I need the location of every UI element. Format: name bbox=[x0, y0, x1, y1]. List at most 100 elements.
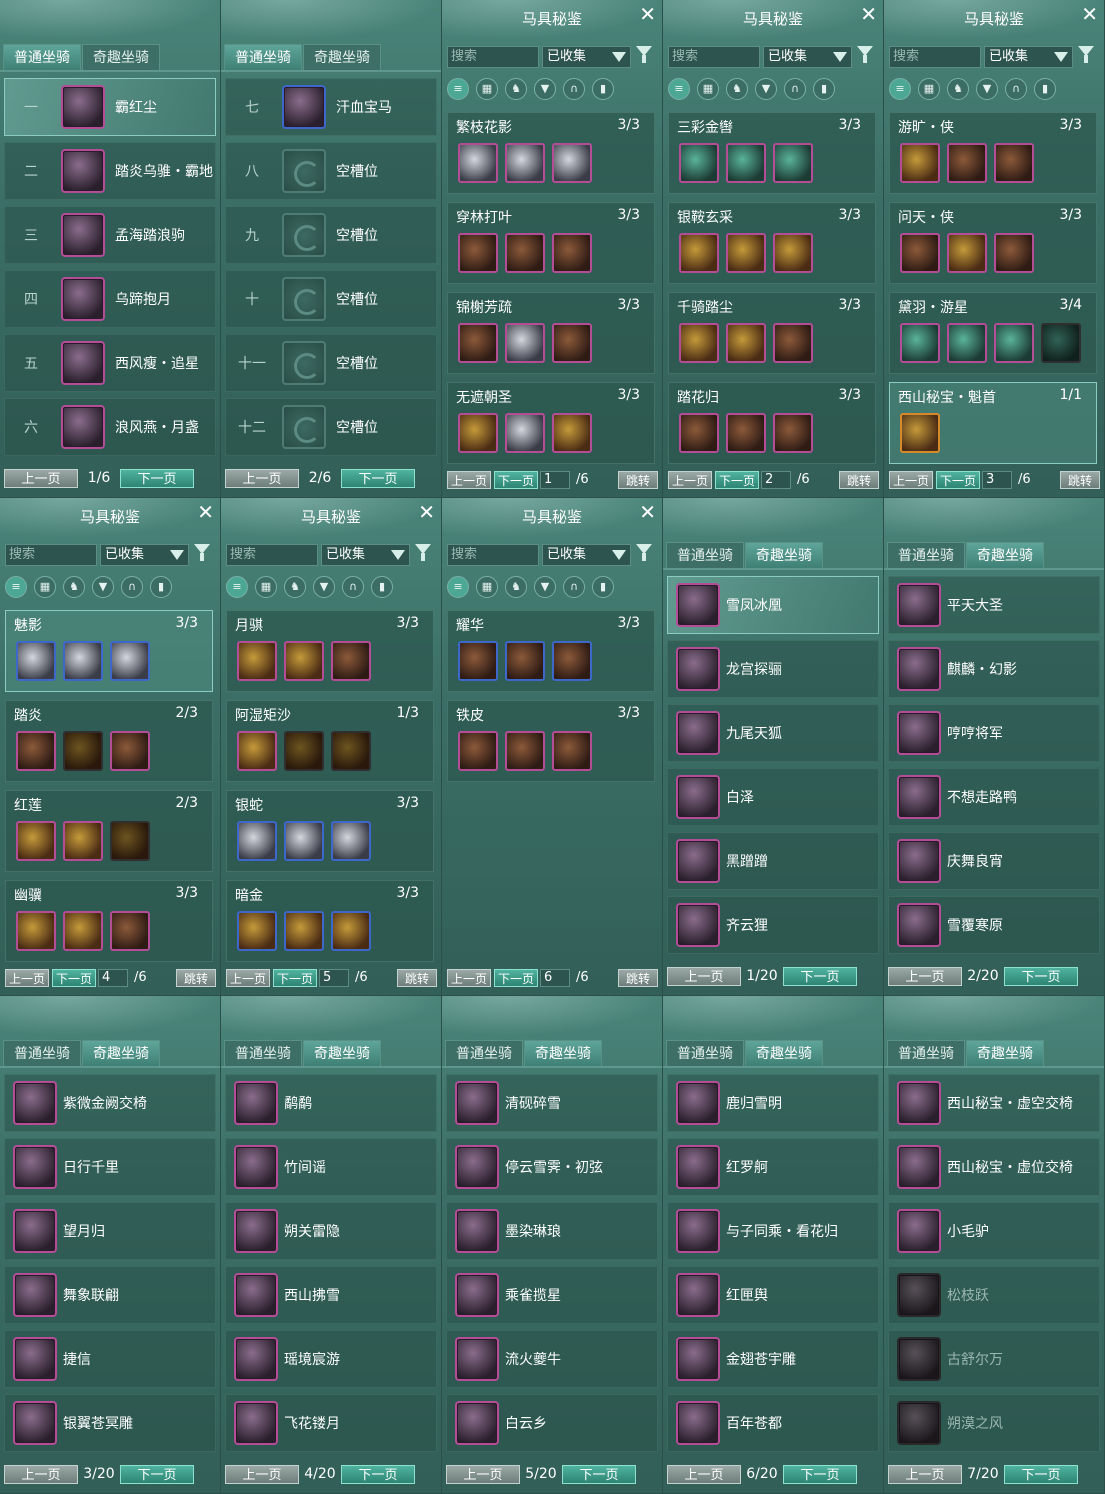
gear-item-icon[interactable] bbox=[505, 233, 545, 273]
gear-item-icon[interactable] bbox=[63, 731, 103, 771]
prev-page-button[interactable]: 上一页 bbox=[667, 1465, 741, 1484]
mount-row[interactable]: 与子同乘・看花归 bbox=[667, 1202, 879, 1260]
mount-row[interactable]: 十二 空槽位 bbox=[225, 398, 437, 456]
gear-item-icon[interactable] bbox=[458, 233, 498, 273]
tab-fun-mounts[interactable]: 奇趣坐骑 bbox=[966, 542, 1044, 569]
set-card[interactable]: 繁枝花影 3/3 bbox=[447, 112, 655, 194]
mount-row[interactable]: 九尾天狐 bbox=[667, 704, 879, 762]
gear-item-icon[interactable] bbox=[994, 233, 1034, 273]
mount-row[interactable]: 七 汗血宝马 bbox=[225, 78, 437, 136]
search-input[interactable]: 搜索 bbox=[668, 46, 760, 68]
gear-item-icon[interactable] bbox=[552, 731, 592, 771]
set-card[interactable]: 穿林打叶 3/3 bbox=[447, 202, 655, 284]
next-page-button[interactable]: 下一页 bbox=[783, 1465, 857, 1484]
gear-item-icon[interactable] bbox=[237, 641, 277, 681]
jump-button[interactable]: 跳转 bbox=[618, 969, 658, 987]
gear-item-icon[interactable] bbox=[458, 143, 498, 183]
mount-row[interactable]: 十 空槽位 bbox=[225, 270, 437, 328]
mount-row[interactable]: 飞花镂月 bbox=[225, 1394, 437, 1452]
mount-row[interactable]: 四 乌蹄抱月 bbox=[4, 270, 216, 328]
tab-fun-mounts[interactable]: 奇趣坐骑 bbox=[303, 1040, 381, 1067]
saddle-icon[interactable]: ▮ bbox=[592, 576, 614, 598]
gear-item-icon[interactable] bbox=[679, 323, 719, 363]
tab-normal-mounts[interactable]: 普通坐骑 bbox=[666, 1040, 744, 1067]
filter-icon[interactable] bbox=[636, 46, 652, 63]
jump-button[interactable]: 跳转 bbox=[839, 471, 879, 489]
mount-row[interactable]: 墨染琳琅 bbox=[446, 1202, 658, 1260]
gear-item-icon[interactable] bbox=[1041, 323, 1081, 363]
gear-item-icon[interactable] bbox=[63, 821, 103, 861]
prev-page-button[interactable]: 上一页 bbox=[667, 967, 741, 986]
filter-icon[interactable] bbox=[194, 544, 210, 561]
page-input[interactable]: 5 bbox=[319, 969, 349, 987]
page-input[interactable]: 6 bbox=[540, 969, 570, 987]
mount-row[interactable]: 十一 空槽位 bbox=[225, 334, 437, 392]
filter-icon[interactable] bbox=[415, 544, 431, 561]
set-card[interactable]: 西山秘宝・魁首 1/1 bbox=[889, 382, 1097, 464]
mount-row[interactable]: 二 踏炎乌骓・霸地 bbox=[4, 142, 216, 200]
close-icon[interactable]: ✕ bbox=[639, 3, 656, 25]
gear-item-icon[interactable] bbox=[900, 323, 940, 363]
mount-row[interactable]: 朔漠之风 bbox=[888, 1394, 1100, 1452]
grid-icon[interactable]: ▦ bbox=[255, 576, 277, 598]
set-card[interactable]: 千骑踏尘 3/3 bbox=[668, 292, 876, 374]
next-page-button[interactable]: 下一页 bbox=[120, 469, 194, 488]
gear-item-icon[interactable] bbox=[679, 413, 719, 453]
mount-row[interactable]: 白泽 bbox=[667, 768, 879, 826]
prev-page-button[interactable]: 上一页 bbox=[447, 471, 491, 489]
page-input[interactable]: 2 bbox=[761, 471, 791, 489]
grid-icon[interactable]: ▦ bbox=[697, 78, 719, 100]
saddle-icon[interactable]: ▮ bbox=[150, 576, 172, 598]
tab-normal-mounts[interactable]: 普通坐骑 bbox=[666, 542, 744, 569]
chest-gear-icon[interactable]: ▼ bbox=[755, 78, 777, 100]
gear-item-icon[interactable] bbox=[331, 911, 371, 951]
mount-row[interactable]: 竹间谣 bbox=[225, 1138, 437, 1196]
grid-icon[interactable]: ▦ bbox=[476, 78, 498, 100]
tab-normal-mounts[interactable]: 普通坐骑 bbox=[887, 1040, 965, 1067]
stirrup-icon[interactable]: ∩ bbox=[1005, 78, 1027, 100]
set-card[interactable]: 银蛇 3/3 bbox=[226, 790, 434, 872]
tab-fun-mounts[interactable]: 奇趣坐骑 bbox=[82, 44, 160, 71]
tab-fun-mounts[interactable]: 奇趣坐骑 bbox=[303, 44, 381, 71]
mount-row[interactable]: 雪覆寒原 bbox=[888, 896, 1100, 954]
head-gear-icon[interactable]: ♞ bbox=[505, 78, 527, 100]
gear-item-icon[interactable] bbox=[726, 233, 766, 273]
gear-item-icon[interactable] bbox=[110, 641, 150, 681]
gear-item-icon[interactable] bbox=[679, 143, 719, 183]
search-input[interactable]: 搜索 bbox=[5, 544, 97, 566]
stirrup-icon[interactable]: ∩ bbox=[121, 576, 143, 598]
tab-fun-mounts[interactable]: 奇趣坐骑 bbox=[82, 1040, 160, 1067]
filter-icon[interactable] bbox=[636, 544, 652, 561]
set-card[interactable]: 锦榭芳疏 3/3 bbox=[447, 292, 655, 374]
saddle-icon[interactable]: ▮ bbox=[592, 78, 614, 100]
close-icon[interactable]: ✕ bbox=[197, 501, 214, 523]
gear-item-icon[interactable] bbox=[110, 821, 150, 861]
close-icon[interactable]: ✕ bbox=[1081, 3, 1098, 25]
gear-item-icon[interactable] bbox=[773, 413, 813, 453]
gear-item-icon[interactable] bbox=[726, 413, 766, 453]
head-gear-icon[interactable]: ♞ bbox=[63, 576, 85, 598]
mount-row[interactable]: 鹬鹬 bbox=[225, 1074, 437, 1132]
gear-item-icon[interactable] bbox=[505, 641, 545, 681]
gear-item-icon[interactable] bbox=[900, 143, 940, 183]
mount-row[interactable]: 雪凤冰凰 bbox=[667, 576, 879, 634]
jump-button[interactable]: 跳转 bbox=[397, 969, 437, 987]
collected-filter-dropdown[interactable]: 已收集 bbox=[542, 544, 631, 566]
mount-row[interactable]: 白云乡 bbox=[446, 1394, 658, 1452]
gear-item-icon[interactable] bbox=[331, 641, 371, 681]
next-page-button[interactable]: 下一页 bbox=[341, 1465, 415, 1484]
next-page-button[interactable]: 下一页 bbox=[494, 969, 538, 987]
page-input[interactable]: 3 bbox=[982, 471, 1012, 489]
prev-page-button[interactable]: 上一页 bbox=[4, 469, 78, 488]
gear-item-icon[interactable] bbox=[773, 233, 813, 273]
next-page-button[interactable]: 下一页 bbox=[52, 969, 96, 987]
stirrup-icon[interactable]: ∩ bbox=[784, 78, 806, 100]
list-icon[interactable]: ≡ bbox=[447, 576, 469, 598]
gear-item-icon[interactable] bbox=[552, 641, 592, 681]
mount-row[interactable]: 瑶境宸游 bbox=[225, 1330, 437, 1388]
mount-row[interactable]: 红匣舆 bbox=[667, 1266, 879, 1324]
mount-row[interactable]: 鹿归雪明 bbox=[667, 1074, 879, 1132]
mount-row[interactable]: 望月归 bbox=[4, 1202, 216, 1260]
chest-gear-icon[interactable]: ▼ bbox=[313, 576, 335, 598]
gear-item-icon[interactable] bbox=[16, 911, 56, 951]
